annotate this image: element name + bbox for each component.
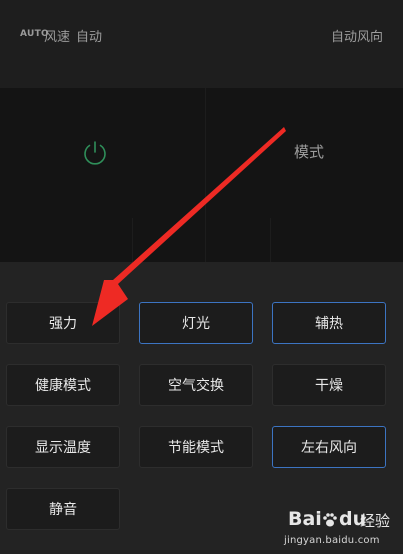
light-button[interactable]: 灯光 xyxy=(139,302,253,344)
status-bar: AUTO 风速 自动 自动风向 xyxy=(0,0,403,88)
aux-heat-button[interactable]: 辅热 xyxy=(272,302,386,344)
fan-speed-value: 自动 xyxy=(76,30,103,45)
watermark-url: jingyan.baidu.com xyxy=(284,535,380,546)
watermark-brand-bai: Bai xyxy=(288,508,322,530)
mute-button[interactable]: 静音 xyxy=(6,488,120,530)
fan-speed-status: 风速 自动 xyxy=(44,26,108,45)
power-icon[interactable] xyxy=(80,138,110,168)
air-exchange-button[interactable]: 空气交换 xyxy=(139,364,253,406)
auto-swing-status: 自动风向 xyxy=(330,30,383,45)
mode-button[interactable]: 模式 xyxy=(294,141,324,162)
watermark-brand-suffix: 经验 xyxy=(360,512,391,530)
strong-button[interactable]: 强力 xyxy=(6,302,120,344)
baidu-paw-icon xyxy=(323,513,337,527)
control-panel: 模式 xyxy=(0,88,403,262)
horizontal-swing-button[interactable]: 左右风向 xyxy=(272,426,386,468)
dry-button[interactable]: 干燥 xyxy=(272,364,386,406)
health-mode-button[interactable]: 健康模式 xyxy=(6,364,120,406)
fan-speed-label: 风速 xyxy=(44,30,71,45)
display-temp-button[interactable]: 显示温度 xyxy=(6,426,120,468)
energy-saving-button[interactable]: 节能模式 xyxy=(139,426,253,468)
baidu-jingyan-watermark: Bai du 经验 jingyan.baidu.com xyxy=(284,508,399,552)
